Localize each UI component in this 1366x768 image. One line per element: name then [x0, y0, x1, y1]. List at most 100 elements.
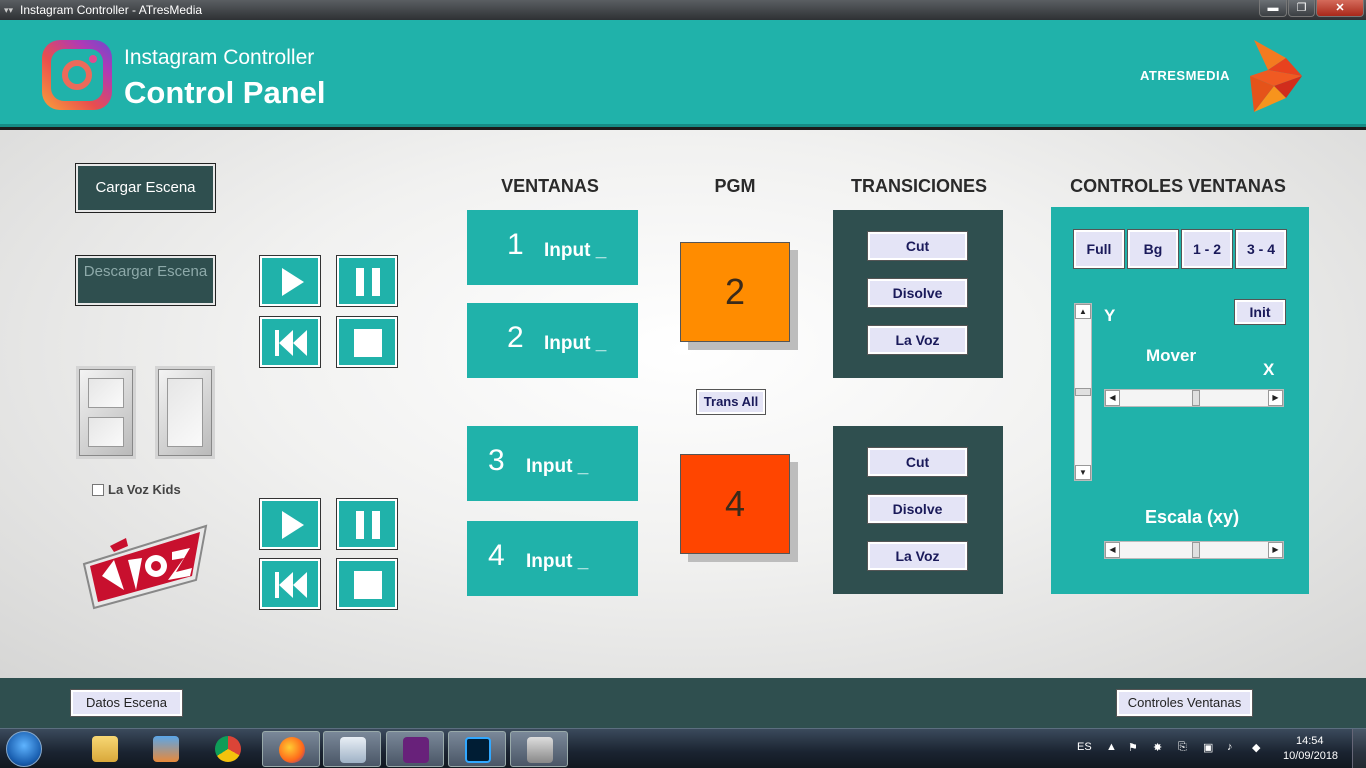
dropbox-icon[interactable]: ◆	[1252, 741, 1260, 754]
window-titlebar: ▾▾ Instagram Controller - ATresMedia ▬ ❐…	[0, 0, 1366, 20]
layout-1-2-button[interactable]: 1 - 2	[1181, 229, 1233, 269]
play-button[interactable]	[259, 255, 321, 307]
datos-escena-button[interactable]: Datos Escena	[70, 689, 183, 717]
scroll-right-icon[interactable]: ▶	[1268, 542, 1283, 558]
scroll-right-icon[interactable]: ▶	[1268, 390, 1283, 406]
maximize-button[interactable]: ❐	[1288, 0, 1315, 17]
ventanas-heading: VENTANAS	[501, 176, 599, 196]
la-voz-transition-button[interactable]: La Voz	[867, 325, 968, 355]
taskbar-media-player[interactable]	[137, 731, 195, 767]
taskbar-explorer[interactable]	[76, 731, 134, 767]
pause-icon	[356, 268, 380, 296]
seven-segment-digit	[155, 366, 215, 459]
window-input-label: Input _	[526, 551, 589, 572]
scroll-up-icon[interactable]: ▲	[1075, 304, 1091, 319]
x-position-scrollbar[interactable]: ◀ ▶	[1104, 389, 1284, 407]
scroll-left-icon[interactable]: ◀	[1105, 390, 1120, 406]
lavoz-kids-checkbox[interactable]: La Voz Kids	[92, 482, 181, 497]
start-button[interactable]	[6, 731, 42, 767]
language-indicator[interactable]: ES	[1077, 741, 1092, 753]
window-number: 1	[507, 228, 524, 261]
stop-button[interactable]	[336, 316, 398, 368]
taskbar-visual-studio[interactable]	[386, 731, 444, 767]
clock-time[interactable]: 14:54	[1296, 735, 1324, 747]
scrollbar-thumb[interactable]	[1192, 390, 1200, 406]
window-number: 4	[488, 539, 505, 572]
disolve-button[interactable]: Disolve	[867, 278, 968, 308]
show-hidden-icons-icon[interactable]: ▲	[1106, 741, 1117, 753]
x-axis-label: X	[1263, 360, 1275, 379]
window-number: 2	[507, 321, 524, 354]
close-button[interactable]: ✕	[1316, 0, 1364, 17]
pgm-heading: PGM	[714, 176, 756, 196]
controles-ventanas-button[interactable]: Controles Ventanas	[1116, 689, 1253, 717]
scrollbar-thumb[interactable]	[1075, 388, 1091, 396]
full-button[interactable]: Full	[1073, 229, 1125, 269]
la-voz-transition-button[interactable]: La Voz	[867, 541, 968, 571]
mover-label: Mover	[1146, 346, 1197, 365]
cut-button[interactable]: Cut	[867, 447, 968, 477]
init-button[interactable]: Init	[1234, 299, 1286, 325]
brand-name: ATRESMEDIA	[1140, 68, 1230, 83]
rewind-button[interactable]	[259, 316, 321, 368]
pgm-bottom-value: 4	[724, 483, 746, 524]
pgm-top-preview[interactable]: 2	[680, 242, 790, 342]
window-input-3[interactable]: 3 Input _	[467, 426, 638, 501]
pgm-bottom-preview[interactable]: 4	[680, 454, 790, 554]
cut-button[interactable]: Cut	[867, 231, 968, 261]
taskbar-firefox[interactable]	[262, 731, 320, 767]
instagram-logo-icon	[42, 40, 112, 110]
controles-ventanas-heading: CONTROLES VENTANAS	[1070, 176, 1286, 196]
pause-button[interactable]	[336, 255, 398, 307]
footer-bar: Datos Escena Controles Ventanas	[0, 678, 1366, 728]
window-input-label: Input _	[544, 333, 607, 354]
la-voz-logo	[82, 524, 208, 610]
media-player-icon	[153, 736, 179, 762]
clock-date[interactable]: 10/09/2018	[1283, 750, 1338, 762]
volume-icon[interactable]: ♪	[1227, 741, 1233, 753]
taskbar-app[interactable]	[323, 731, 381, 767]
trans-all-button[interactable]: Trans All	[696, 389, 766, 415]
minimize-button[interactable]: ▬	[1259, 0, 1287, 17]
window-number: 3	[488, 444, 505, 477]
cargar-escena-button[interactable]: Cargar Escena	[75, 163, 216, 213]
pause-icon	[356, 511, 380, 539]
play-button[interactable]	[259, 498, 321, 550]
checkbox-box[interactable]	[92, 484, 104, 496]
scale-scrollbar[interactable]: ◀ ▶	[1104, 541, 1284, 559]
visual-studio-icon	[403, 737, 429, 763]
layout-3-4-button[interactable]: 3 - 4	[1235, 229, 1287, 269]
app-window-icon: ▾▾	[4, 5, 14, 15]
descargar-escena-button[interactable]: Descargar Escena	[75, 255, 216, 306]
taskbar-chrome[interactable]	[199, 731, 257, 767]
disolve-button[interactable]: Disolve	[867, 494, 968, 524]
window-controls-panel: Full Bg 1 - 2 3 - 4 ▲ ▼ Y Init Mover X ◀…	[1051, 207, 1309, 594]
taskbar-photoshop[interactable]	[448, 731, 506, 767]
folder-icon	[92, 736, 118, 762]
y-axis-label: Y	[1104, 306, 1116, 325]
transitions-panel-bottom: Cut Disolve La Voz	[833, 426, 1003, 594]
network-icon[interactable]: ▣	[1203, 741, 1213, 754]
scroll-down-icon[interactable]: ▼	[1075, 465, 1091, 480]
chrome-icon	[215, 736, 241, 762]
taskbar-la-voz-app[interactable]	[510, 731, 568, 767]
bg-button[interactable]: Bg	[1127, 229, 1179, 269]
scrollbar-thumb[interactable]	[1192, 542, 1200, 558]
rewind-button[interactable]	[259, 558, 321, 610]
la-voz-icon	[527, 737, 553, 763]
usb-icon[interactable]: ⎘	[1178, 741, 1187, 754]
stop-button[interactable]	[336, 558, 398, 610]
photoshop-icon	[465, 737, 491, 763]
pause-button[interactable]	[336, 498, 398, 550]
avast-icon[interactable]: ✸	[1153, 741, 1162, 754]
scroll-left-icon[interactable]: ◀	[1105, 542, 1120, 558]
rewind-icon	[275, 572, 307, 598]
atresmedia-logo-icon	[1250, 40, 1302, 112]
pgm-top-value: 2	[724, 271, 746, 312]
window-input-4[interactable]: 4 Input _	[467, 521, 638, 596]
window-input-1[interactable]: 1 Input _	[467, 210, 638, 285]
flag-icon[interactable]: ⚑	[1128, 741, 1138, 754]
y-position-scrollbar[interactable]: ▲ ▼	[1074, 303, 1092, 481]
show-desktop-button[interactable]	[1352, 729, 1366, 768]
window-input-2[interactable]: 2 Input _	[467, 303, 638, 378]
